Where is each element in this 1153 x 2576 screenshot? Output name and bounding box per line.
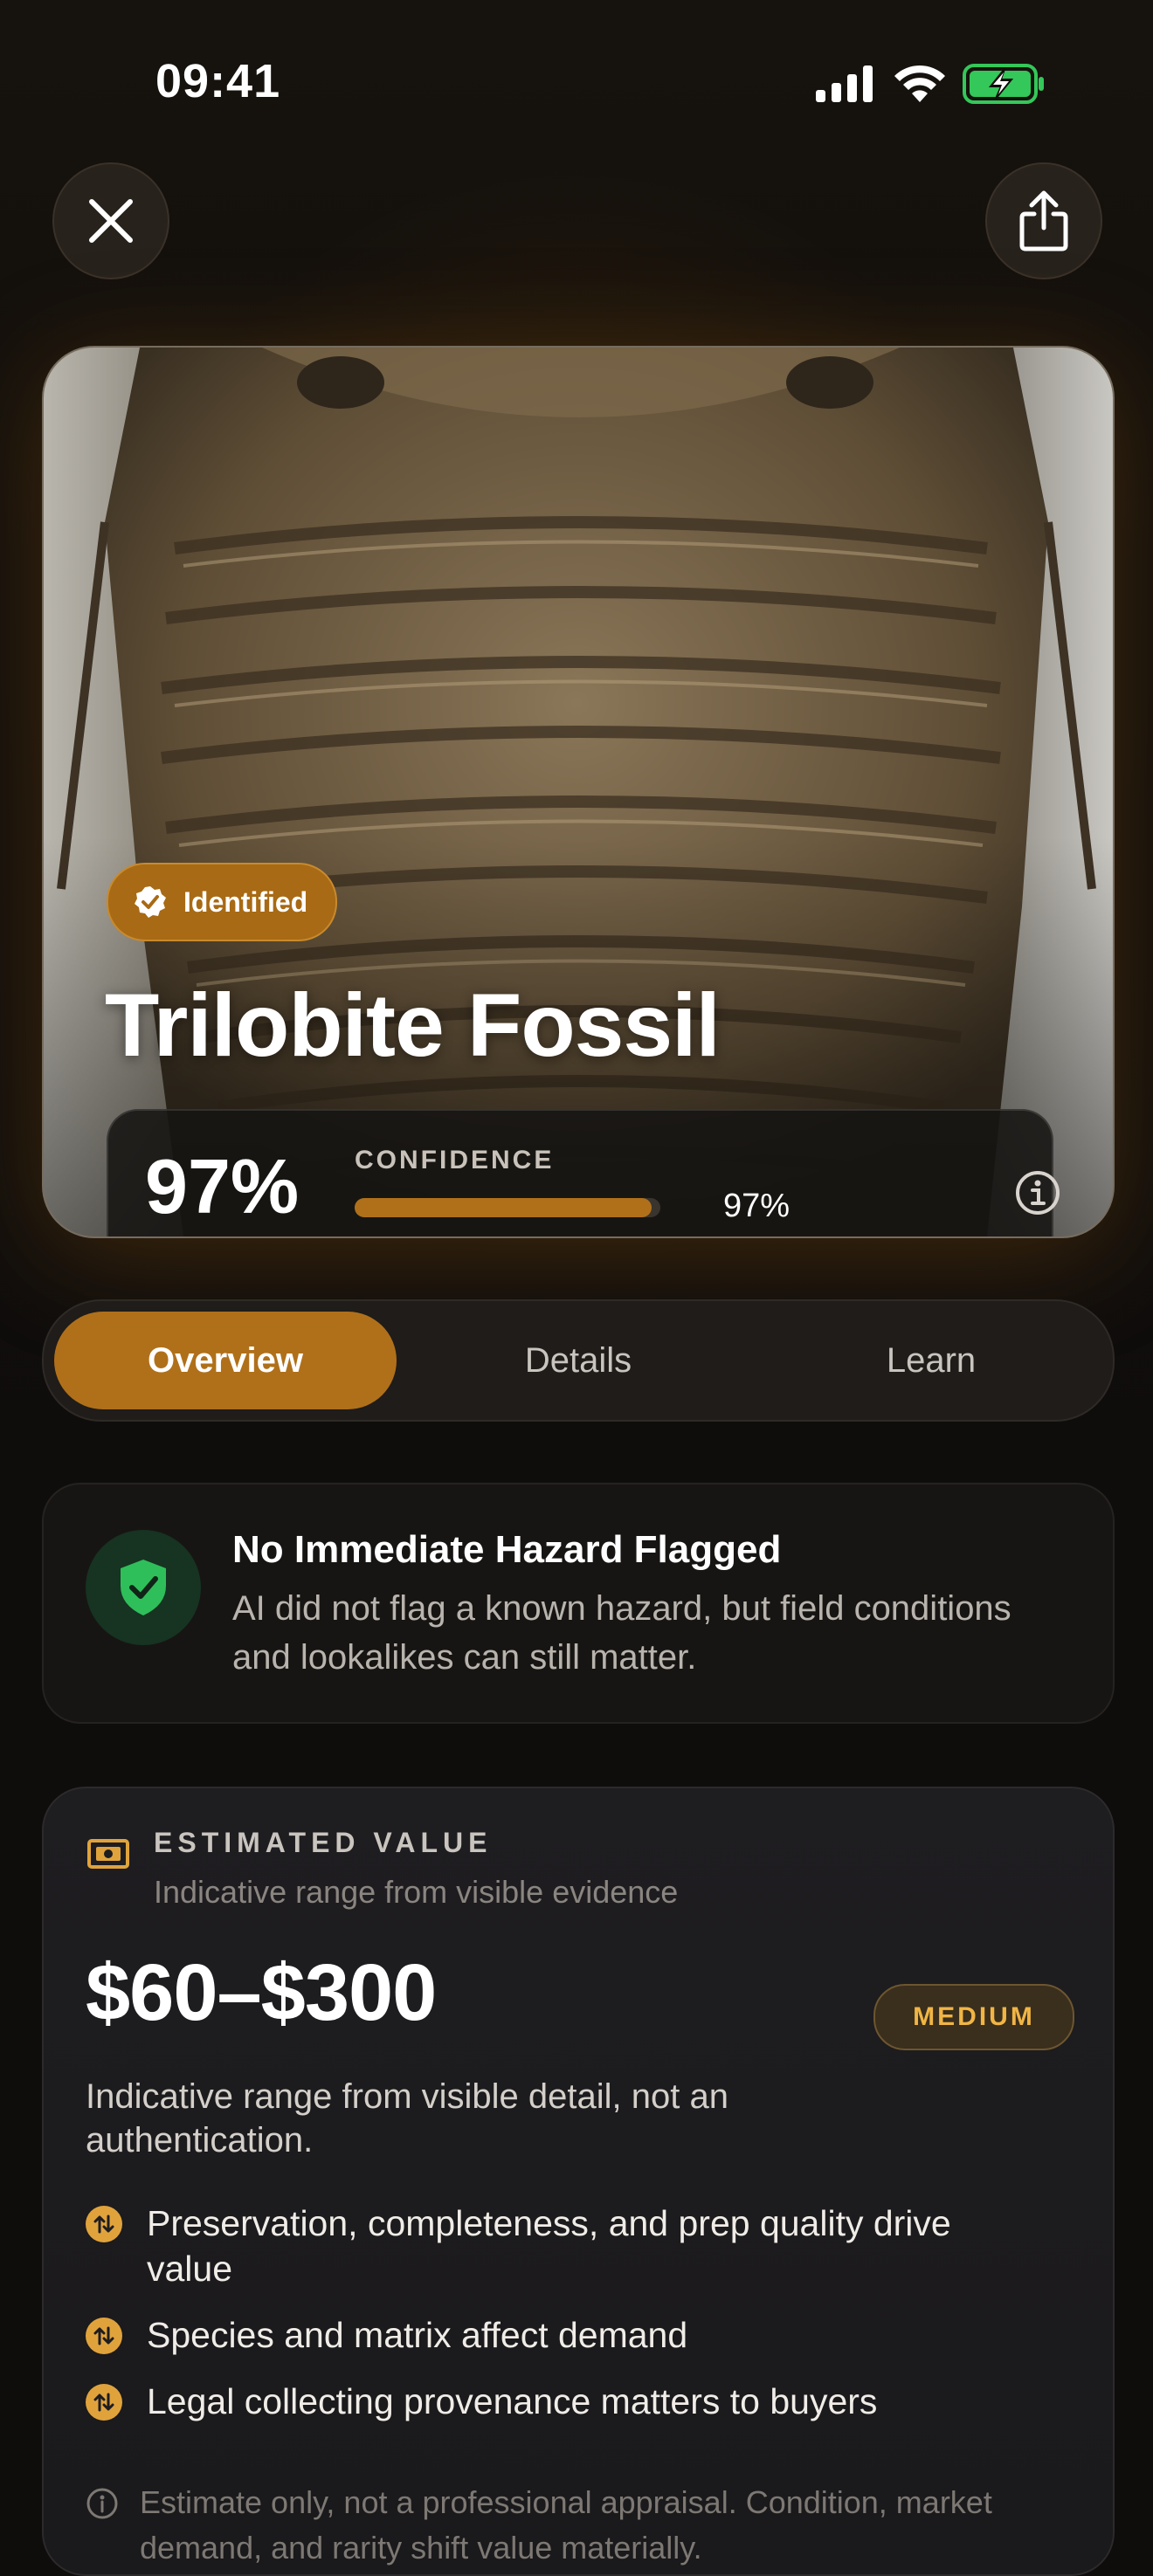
value-disclaimer: Estimate only, not a professional apprai… <box>86 2480 1101 2571</box>
confidence-label: CONFIDENCE <box>355 1146 555 1174</box>
disclaimer-text: Estimate only, not a professional apprai… <box>140 2484 992 2566</box>
value-level-badge: MEDIUM <box>873 1984 1074 2050</box>
value-factor-text: Legal collecting provenance matters to b… <box>147 2381 878 2421</box>
list-item: Species and matrix affect demand <box>86 2312 1046 2358</box>
wifi-icon <box>894 65 945 102</box>
value-factor-text: Species and matrix affect demand <box>147 2315 688 2355</box>
hazard-description: AI did not flag a known hazard, but fiel… <box>232 1589 1011 1677</box>
confidence-percent: 97% <box>723 1188 791 1224</box>
info-button[interactable] <box>1013 1168 1062 1222</box>
list-item: Preservation, completeness, and prep qua… <box>86 2201 1046 2291</box>
shield-check-icon <box>86 1530 201 1645</box>
confidence-value: 97% <box>145 1143 300 1229</box>
tab-overview[interactable]: Overview <box>54 1312 397 1409</box>
value-price: $60–$300 <box>86 1948 437 2037</box>
arrows-updown-icon <box>86 2384 122 2421</box>
close-icon <box>89 199 133 243</box>
banknote-icon <box>87 1839 129 1869</box>
share-icon <box>1019 190 1068 251</box>
verified-check-icon <box>135 886 166 918</box>
value-subtitle: Indicative range from visible evidence <box>154 1874 679 1910</box>
confidence-bar <box>355 1198 660 1217</box>
hero-card: Identified Trilobite Fossil 97% CONFIDEN… <box>42 346 1115 1238</box>
identified-badge: Identified <box>107 863 338 941</box>
tab-learn[interactable]: Learn <box>760 1312 1102 1409</box>
arrows-updown-icon <box>86 2318 122 2354</box>
info-small-icon <box>86 2488 118 2519</box>
confidence-bar-fill <box>355 1198 652 1217</box>
share-button[interactable] <box>985 162 1102 279</box>
hazard-title: No Immediate Hazard Flagged <box>232 1528 782 1571</box>
fossil-photo <box>44 348 1113 1236</box>
species-title: Trilobite Fossil <box>105 975 721 1075</box>
status-time: 09:41 <box>155 55 281 107</box>
battery-charging-icon <box>963 64 1044 104</box>
list-item: Legal collecting provenance matters to b… <box>86 2379 1046 2424</box>
signal-icon <box>816 65 873 102</box>
value-factor-text: Preservation, completeness, and prep qua… <box>147 2203 951 2289</box>
value-label: ESTIMATED VALUE <box>154 1827 493 1858</box>
hazard-card: No Immediate Hazard Flagged AI did not f… <box>42 1483 1115 1724</box>
info-icon <box>1016 1171 1060 1215</box>
tab-bar: Overview Details Learn <box>42 1299 1115 1422</box>
confidence-card: 97% CONFIDENCE 97% <box>107 1109 1060 1236</box>
identified-label: Identified <box>183 885 308 918</box>
value-factors: Preservation, completeness, and prep qua… <box>86 2201 1046 2445</box>
value-note: Indicative range from visible detail, no… <box>86 2077 728 2159</box>
status-icons <box>816 63 1046 105</box>
arrows-updown-icon <box>86 2206 122 2242</box>
status-bar: 09:41 <box>0 0 1153 166</box>
estimated-value-card: ESTIMATED VALUE Indicative range from vi… <box>42 1787 1115 2576</box>
tab-details[interactable]: Details <box>407 1312 749 1409</box>
close-button[interactable] <box>52 162 169 279</box>
